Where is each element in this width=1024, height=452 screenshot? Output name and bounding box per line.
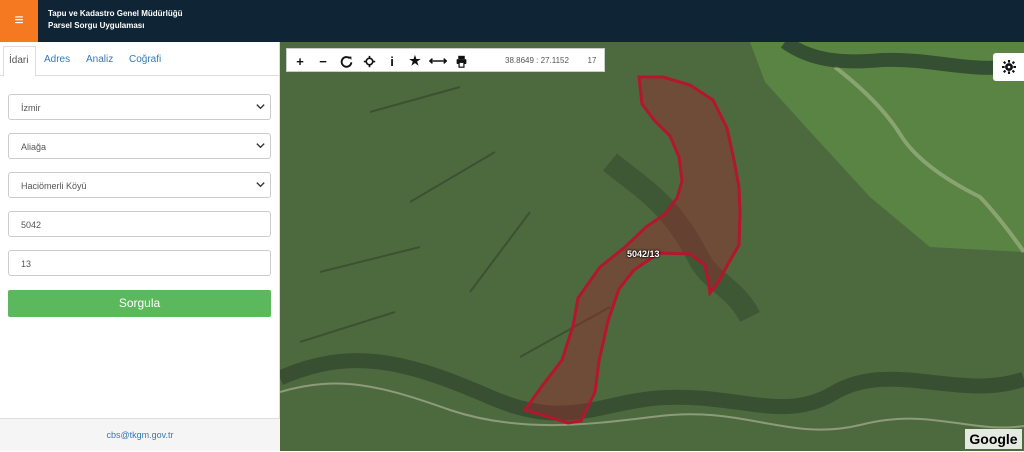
neighborhood-select[interactable]: Haciömerli Köyü	[8, 172, 271, 198]
chevron-down-icon	[256, 143, 265, 149]
tab-cografi[interactable]: Coğrafi	[124, 50, 166, 76]
application-title: Parsel Sorgu Uygulaması	[48, 21, 145, 30]
top-header: ≡ Tapu ve Kadastro Genel Müdürlüğü Parse…	[0, 0, 1024, 42]
settings-button[interactable]	[993, 53, 1024, 81]
print-icon[interactable]	[452, 52, 470, 70]
contact-email-link[interactable]: cbs@tkgm.gov.tr	[0, 418, 280, 451]
app-title: Tapu ve Kadastro Genel Müdürlüğü Parsel …	[48, 8, 183, 32]
info-icon[interactable]: i	[383, 52, 401, 70]
coordinate-readout: 38.8649 : 27.1152	[505, 56, 569, 65]
query-tabs: İdari Adres Analiz Coğrafi	[0, 42, 280, 77]
map-toolbar: + − i ★ ⟷ 38.8649 : 27.1152 17	[286, 48, 605, 72]
hamburger-icon: ≡	[14, 12, 24, 29]
gear-icon	[1001, 60, 1016, 74]
measure-icon[interactable]: ⟷	[429, 52, 448, 70]
query-sidebar: İdari Adres Analiz Coğrafi İzmir Aliağa …	[0, 42, 280, 451]
zoom-in-icon[interactable]: +	[291, 52, 309, 70]
star-icon[interactable]: ★	[406, 52, 424, 70]
neighborhood-value: Haciömerli Köyü	[21, 181, 87, 191]
tab-analiz[interactable]: Analiz	[81, 50, 118, 76]
refresh-icon[interactable]	[337, 52, 355, 70]
district-select[interactable]: Aliağa	[8, 133, 271, 159]
locate-icon[interactable]	[360, 52, 378, 70]
organization-title: Tapu ve Kadastro Genel Müdürlüğü	[48, 9, 183, 18]
parcel-number-input[interactable]: 13	[8, 250, 271, 276]
tab-adres[interactable]: Adres	[39, 50, 75, 76]
block-number-input[interactable]: 5042	[8, 211, 271, 237]
menu-button[interactable]: ≡	[0, 0, 38, 42]
parcel-label: 5042/13	[627, 249, 660, 259]
tab-idari[interactable]: İdari	[3, 46, 36, 77]
province-select[interactable]: İzmir	[8, 94, 271, 120]
chevron-down-icon	[256, 104, 265, 110]
zoom-level-readout: 17	[587, 56, 597, 65]
satellite-map[interactable]: + − i ★ ⟷ 38.8649 : 27.1152 17 5042/13 G…	[280, 42, 1024, 451]
district-value: Aliağa	[21, 142, 47, 152]
query-button[interactable]: Sorgula	[8, 290, 271, 317]
zoom-out-icon[interactable]: −	[314, 52, 332, 70]
chevron-down-icon	[256, 182, 265, 188]
map-imagery	[280, 42, 1024, 451]
province-value: İzmir	[21, 103, 41, 113]
google-logo: Google	[965, 429, 1022, 449]
